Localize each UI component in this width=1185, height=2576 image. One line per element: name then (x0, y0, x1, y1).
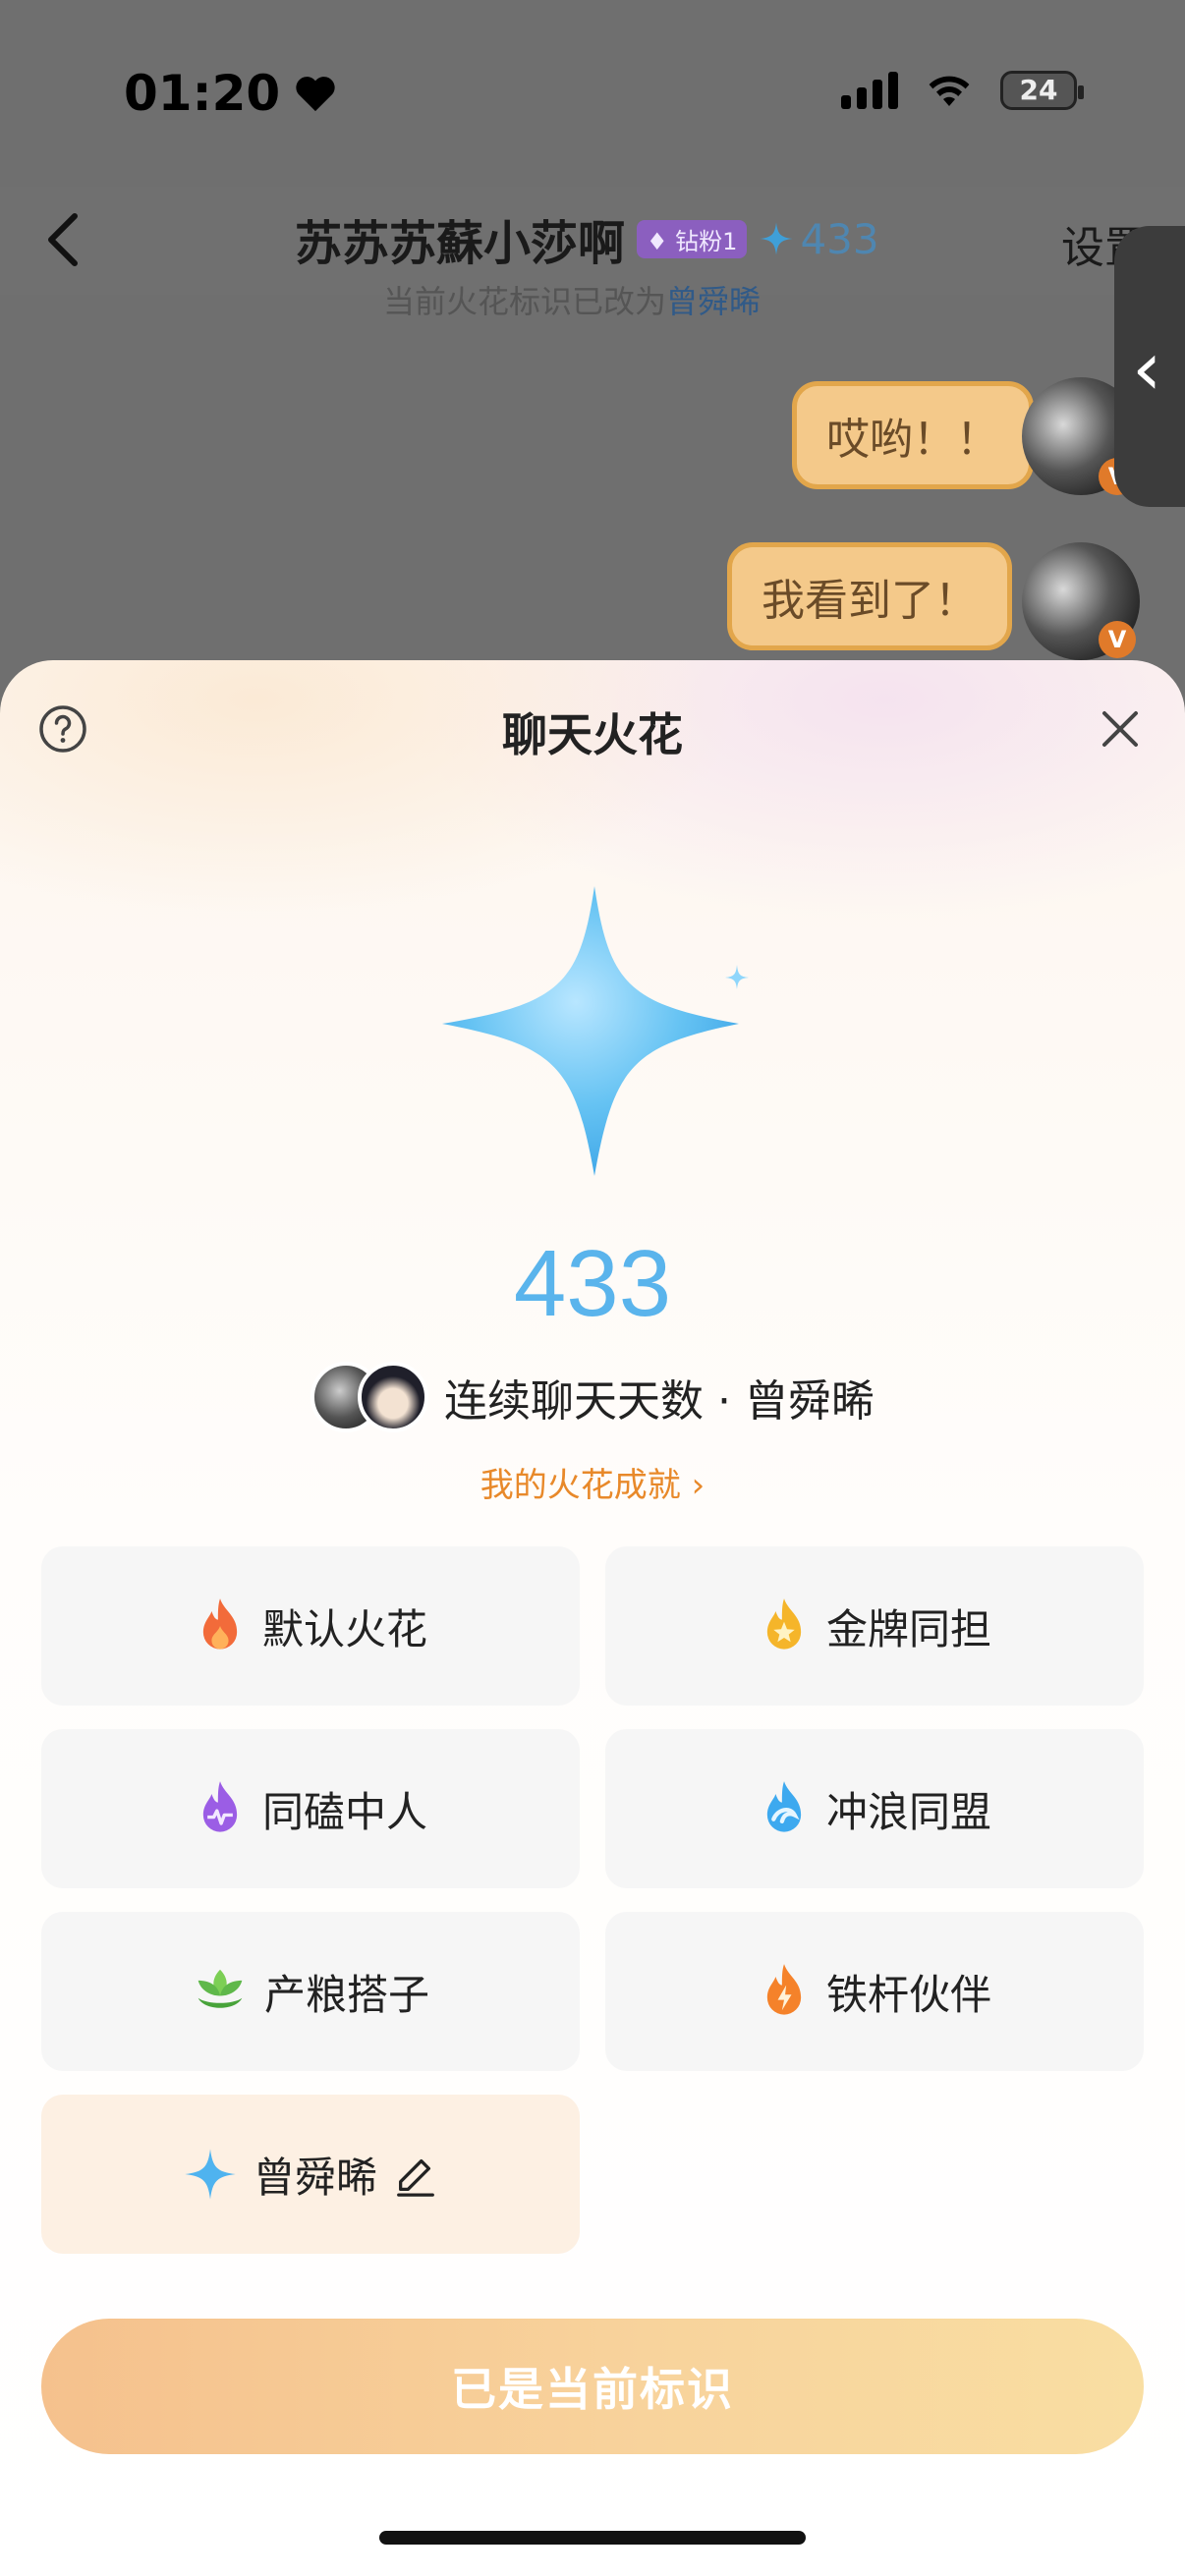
back-arrow-icon[interactable] (29, 200, 98, 279)
option-label: 产粮搭子 (263, 1970, 429, 2019)
spark-star-icon (442, 886, 749, 1176)
blue-wave-flame-icon (766, 1781, 802, 1832)
option-label: 金牌同担 (825, 1604, 991, 1653)
chat-spark-count-value: 433 (800, 214, 879, 263)
current-badge-button[interactable]: 已是当前标识 (41, 2319, 1144, 2454)
spark-icon (760, 222, 793, 255)
spark-option-lightning[interactable]: 铁杆伙伴 (605, 1912, 1144, 2071)
chat-background: 01:20 24 苏苏苏蘇小莎啊 ♦ 钻粉1 433 设置 当前火花标识已改为曾… (0, 0, 1185, 707)
streak-row: 连续聊天天数 · 曾舜晞 (0, 1362, 1185, 1432)
side-drawer-tab[interactable]: ‹ (1114, 226, 1185, 507)
blue-sparkle-icon (185, 2149, 236, 2200)
notice-name: 曾舜晞 (666, 283, 762, 320)
spark-count-display: 433 (513, 1231, 672, 1336)
chat-spark-count: 433 (759, 214, 879, 263)
chevron-right-icon: › (691, 1466, 705, 1505)
diamond-icon: ♦ (647, 227, 668, 255)
gold-star-flame-icon (766, 1598, 802, 1650)
option-label: 默认火花 (261, 1604, 427, 1653)
chat-title-group[interactable]: 苏苏苏蘇小莎啊 ♦ 钻粉1 433 (295, 204, 879, 273)
avatar (358, 1362, 429, 1432)
chevron-left-icon: ‹ (1132, 324, 1162, 412)
status-time: 01:20 (124, 65, 337, 122)
battery-icon: 24 (1000, 71, 1084, 110)
spark-option-purple[interactable]: 同磕中人 (41, 1729, 580, 1888)
spark-option-custom-selected[interactable]: 曾舜晞 (41, 2095, 580, 2254)
lightning-flame-icon (766, 1964, 802, 2015)
message-bubble[interactable]: 我看到了！ (727, 542, 1012, 650)
status-indicators: 24 (841, 71, 1084, 110)
spark-option-gold[interactable]: 金牌同担 (605, 1546, 1144, 1706)
option-label: 同磕中人 (261, 1787, 427, 1836)
green-leaf-icon (198, 1969, 243, 2008)
sheet-title: 聊天火花 (502, 708, 683, 761)
streak-label: 连续聊天天数 · 曾舜晞 (444, 1376, 875, 1427)
flame-orange-icon (202, 1598, 238, 1650)
avatar-pair (310, 1362, 429, 1432)
achievement-link-label: 我的火花成就 (480, 1466, 681, 1505)
signal-icon (841, 72, 898, 109)
spark-option-default[interactable]: 默认火花 (41, 1546, 580, 1706)
notice-prefix: 当前火花标识已改为 (383, 283, 667, 320)
wifi-icon (929, 76, 970, 106)
spark-sheet: 聊天火花 433 连续聊天天数 · 曾舜晞 我的火花成就 › 默认火花 金牌同担… (0, 660, 1185, 2576)
option-label: 冲浪同盟 (825, 1787, 991, 1836)
option-label: 铁杆伙伴 (825, 1970, 991, 2019)
heart-icon (296, 77, 335, 112)
chat-title: 苏苏苏蘇小莎啊 (295, 216, 626, 271)
spark-option-leaf[interactable]: 产粮搭子 (41, 1912, 580, 2071)
fan-badge: ♦ 钻粉1 (637, 219, 748, 258)
purple-heartbeat-flame-icon (202, 1781, 238, 1832)
message-bubble[interactable]: 哎哟！！ (792, 381, 1034, 489)
spark-option-wave[interactable]: 冲浪同盟 (605, 1729, 1144, 1888)
option-label: 曾舜晞 (253, 2153, 377, 2202)
spark-notice: 当前火花标识已改为曾舜晞 (383, 277, 761, 322)
status-bar: 01:20 24 (0, 0, 1185, 187)
achievement-link[interactable]: 我的火花成就 › (0, 1458, 1185, 1506)
edit-pencil-icon[interactable] (393, 2152, 438, 2197)
home-indicator[interactable] (379, 2531, 806, 2545)
close-icon[interactable] (1097, 705, 1144, 753)
clock-text: 01:20 (124, 65, 281, 122)
verified-badge-icon: V (1099, 621, 1136, 658)
fan-badge-label: 钻粉1 (675, 227, 738, 255)
spark-options-grid: 默认火花 金牌同担 同磕中人 冲浪同盟 产粮搭子 铁杆伙伴 曾舜晞 (41, 1546, 1144, 2254)
